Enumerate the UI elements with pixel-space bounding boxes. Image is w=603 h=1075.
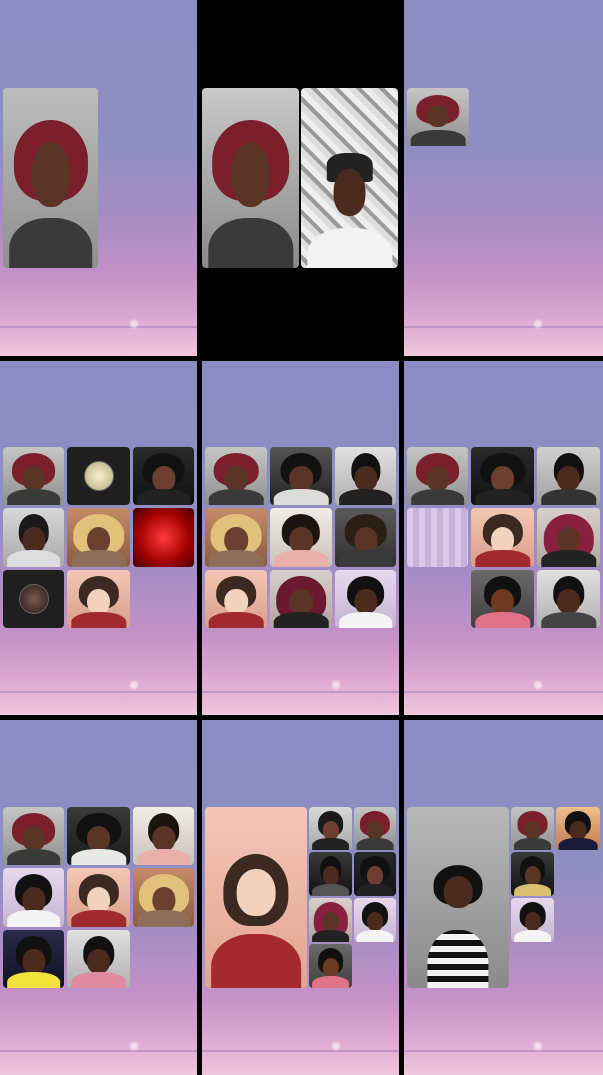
avatar-icon bbox=[18, 584, 49, 614]
screen-panel-7 bbox=[0, 720, 197, 1075]
participant-tile[interactable] bbox=[67, 570, 130, 628]
participant-tile[interactable] bbox=[354, 898, 396, 942]
screen-panel-4 bbox=[0, 361, 197, 715]
participant-tile[interactable] bbox=[407, 447, 468, 505]
participant-tile[interactable] bbox=[3, 807, 64, 865]
participant-tile[interactable] bbox=[407, 508, 468, 567]
participant-tile[interactable] bbox=[471, 508, 534, 567]
participant-tile[interactable] bbox=[335, 508, 396, 567]
participant-tile[interactable] bbox=[205, 447, 267, 505]
screen-panel-1 bbox=[0, 0, 197, 356]
participant-tile[interactable] bbox=[67, 447, 130, 505]
avatar-icon bbox=[83, 461, 114, 491]
participant-tile[interactable] bbox=[3, 930, 64, 988]
participant-tile[interactable] bbox=[133, 807, 194, 865]
screen-panel-9 bbox=[404, 720, 603, 1075]
horizon-line bbox=[0, 326, 197, 328]
participant-tile[interactable] bbox=[511, 852, 554, 896]
participant-tile[interactable] bbox=[309, 898, 352, 942]
participant-tile[interactable] bbox=[270, 570, 332, 628]
participant-tile[interactable] bbox=[3, 868, 64, 927]
screen-panel-5 bbox=[202, 361, 399, 715]
participant-tile[interactable] bbox=[556, 807, 600, 850]
participant-tile[interactable] bbox=[3, 570, 64, 628]
participant-tile[interactable] bbox=[471, 447, 534, 505]
participant-tile[interactable] bbox=[309, 807, 352, 850]
participant-tile[interactable] bbox=[471, 570, 534, 628]
participant-tile[interactable] bbox=[511, 898, 554, 942]
participant-tile[interactable] bbox=[67, 807, 130, 865]
participant-tile[interactable] bbox=[537, 447, 600, 505]
participant-tile[interactable] bbox=[537, 570, 600, 628]
participant-tile[interactable] bbox=[537, 508, 600, 567]
participant-tile[interactable] bbox=[335, 447, 396, 505]
participant-tile[interactable] bbox=[67, 868, 130, 927]
participant-tile[interactable] bbox=[67, 508, 130, 567]
video-tile-right[interactable] bbox=[301, 88, 398, 268]
participant-tile[interactable] bbox=[511, 807, 554, 850]
participant-tile[interactable] bbox=[67, 930, 130, 988]
screen-panel-3 bbox=[404, 0, 603, 356]
screen-panel-6 bbox=[404, 361, 603, 715]
participant-tile[interactable] bbox=[270, 447, 332, 505]
moon-reflection bbox=[130, 320, 138, 328]
participant-tile[interactable] bbox=[3, 447, 64, 505]
screen-panel-2 bbox=[198, 0, 402, 356]
participant-tile[interactable] bbox=[133, 868, 194, 927]
video-tile-pip[interactable] bbox=[407, 88, 469, 146]
participant-tile[interactable] bbox=[205, 508, 267, 567]
video-tile-left[interactable] bbox=[202, 88, 299, 268]
participant-tile[interactable] bbox=[270, 508, 332, 567]
participant-tile[interactable] bbox=[205, 570, 267, 628]
participant-tile[interactable] bbox=[309, 944, 352, 988]
participant-tile[interactable] bbox=[354, 807, 396, 850]
participant-tile[interactable] bbox=[354, 852, 396, 896]
participant-tile[interactable] bbox=[133, 508, 194, 567]
participant-tile[interactable] bbox=[335, 570, 396, 628]
video-tile-main[interactable] bbox=[205, 807, 307, 988]
screen-panel-8 bbox=[202, 720, 399, 1075]
participant-tile[interactable] bbox=[309, 852, 352, 896]
video-tile-main[interactable] bbox=[3, 88, 98, 268]
participant-tile[interactable] bbox=[133, 447, 194, 505]
video-tile-main[interactable] bbox=[407, 807, 509, 988]
participant-tile[interactable] bbox=[3, 508, 64, 567]
